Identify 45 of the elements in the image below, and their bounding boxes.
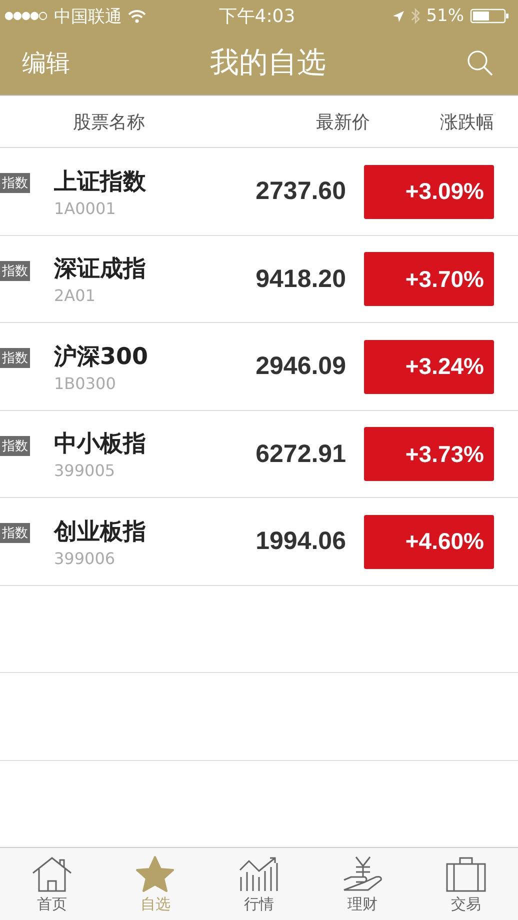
page-title: 我的自选 [210,44,326,82]
change-button[interactable]: +3.24% [364,340,494,394]
index-tag: 指数 [0,260,30,281]
search-icon[interactable] [466,49,494,78]
stock-name: 上证指数 [54,168,147,197]
change-button[interactable]: +3.09% [364,164,494,219]
tab-item[interactable]: 首页 [0,848,104,920]
battery-icon [470,8,510,24]
index-tag: 指数 [0,348,30,368]
carrier-name: 中国联通 [54,6,122,28]
stock-name: 沪深300 [54,342,150,372]
change-button[interactable]: +3.70% [364,252,494,306]
stock-price: 2946.09 [256,352,346,382]
stock-code: 1A0001 [54,198,117,218]
house-icon [30,854,74,893]
wifi-icon [128,10,146,22]
briefcase-icon [444,854,488,893]
index-tag: 指数 [0,523,30,544]
stock-price: 2737.60 [256,177,346,206]
stock-code: 2A01 [54,286,96,306]
stock-code: 1B0300 [54,374,117,393]
change-button[interactable]: +3.73% [364,427,494,482]
stock-price: 9418.20 [256,264,346,294]
tab-item[interactable]: 行情 [207,848,311,920]
stock-name: 中小板指 [54,430,147,460]
tab-item[interactable]: 交易 [414,848,518,920]
stock-price: 6272.91 [256,440,346,469]
chart-icon [236,854,281,893]
change-button[interactable]: +4.60% [364,514,494,569]
status-time: 下午4:03 [218,5,296,28]
index-tag: 指数 [0,436,30,456]
stock-price: 1994.06 [256,527,346,556]
column-header: 涨跌幅 [440,110,494,134]
stock-code: 399006 [54,548,116,568]
signal-icon [4,11,48,21]
location-arrow-icon [392,10,406,22]
stock-code: 399005 [54,461,116,480]
index-tag: 指数 [0,173,30,194]
column-header: 最新价 [316,110,370,134]
column-header: 股票名称 [73,110,145,134]
bluetooth-icon [411,8,420,24]
stock-name: 创业板指 [54,518,147,547]
tab-item[interactable]: 理财 [310,848,414,920]
stock-name: 深证成指 [54,255,147,284]
battery-percent: 51% [426,6,464,26]
